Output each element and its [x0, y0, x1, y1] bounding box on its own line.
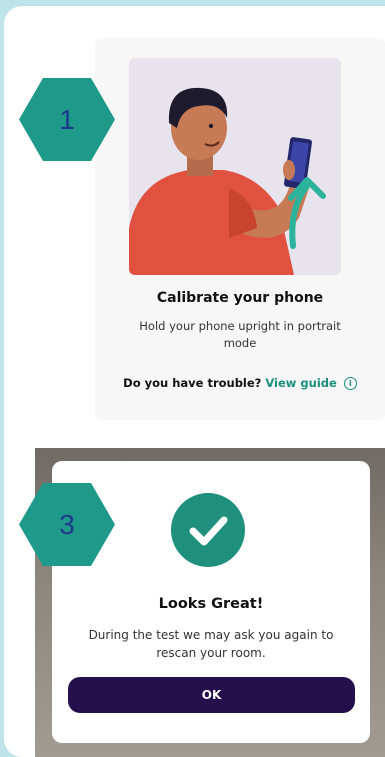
calibrate-illustration: [129, 58, 341, 275]
ok-button[interactable]: OK: [68, 677, 355, 713]
view-guide-link[interactable]: View guide: [265, 376, 336, 390]
trouble-line: Do you have trouble? View guide i: [95, 376, 385, 390]
dialog-title: Looks Great!: [158, 596, 264, 612]
arrow-up-icon: [288, 177, 326, 249]
dialog-message: During the test we may ask you again to …: [88, 628, 334, 660]
calibrate-title: Calibrate your phone: [156, 290, 324, 306]
success-badge: [171, 493, 245, 567]
trouble-prefix: Do you have trouble?: [123, 376, 262, 390]
calibrate-card: Calibrate your phone Hold your phone upr…: [95, 38, 385, 420]
info-icon[interactable]: i: [343, 377, 357, 390]
check-icon: [189, 516, 228, 546]
step-number-3: 3: [59, 508, 75, 540]
step-number-1: 1: [59, 103, 75, 135]
calibrate-subtitle: Hold your phone upright in portrait mode: [139, 319, 341, 350]
